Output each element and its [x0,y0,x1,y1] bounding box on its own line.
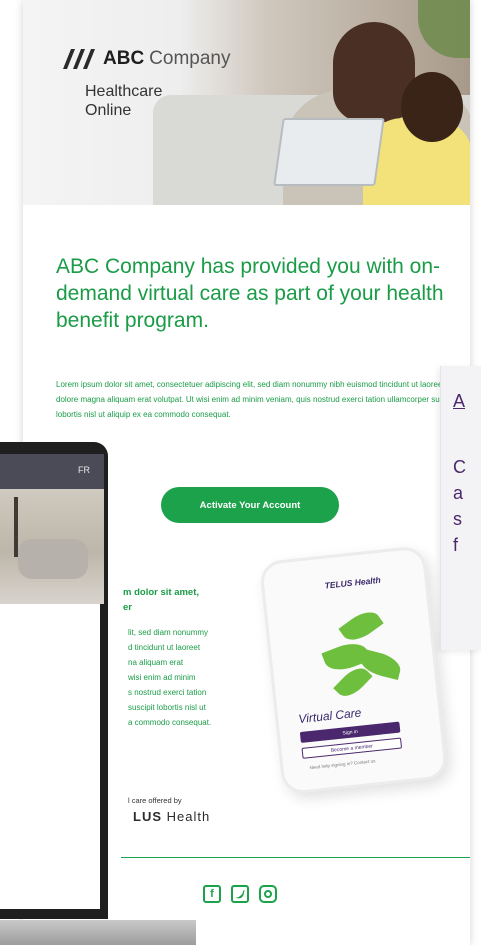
plant-leaf-icon [338,605,384,647]
twitter-icon[interactable] [231,885,249,903]
footer-divider [121,857,470,858]
logo-mark-icon [63,49,95,69]
instagram-icon[interactable] [259,885,277,903]
laptop-base [0,920,196,945]
facebook-icon[interactable]: f [203,885,221,903]
tagline: Healthcare Online [85,83,163,119]
offered-by-label: l care offered by [128,796,182,805]
hero-image: ABC Company Healthcare Online [23,0,470,205]
company-logo: ABC Company [63,48,231,70]
brand-name-strong: ABC [103,48,145,69]
phone-brand-label: TELUS Health [324,574,382,591]
section-title: m dolor sit amet, er [123,587,200,613]
telus-health-logo: LUS Health [133,809,211,824]
social-links: f [203,885,277,903]
body-text: Lorem ipsum dolor sit amet, consectetuer… [56,380,458,419]
brand-name-light: Company [149,48,231,69]
activate-account-button[interactable]: Activate Your Account [161,487,339,523]
section-text: lit, sed diam nonummy d tincidunt ut lao… [128,628,212,727]
headline: ABC Company has provided you with on-dem… [56,255,444,332]
laptop-mockup: FR [0,442,196,945]
phone-mockup: TELUS Health Virtual Care Sign in Become… [258,543,469,803]
virtual-care-title: Virtual Care [297,705,362,727]
overlay-card: A C a s f [440,366,481,650]
laptop-hero-image [0,489,104,604]
language-toggle[interactable]: FR [78,465,90,475]
phone-help-link[interactable]: Need help signing in? Contact us [309,758,375,770]
laptop-content [0,604,100,909]
